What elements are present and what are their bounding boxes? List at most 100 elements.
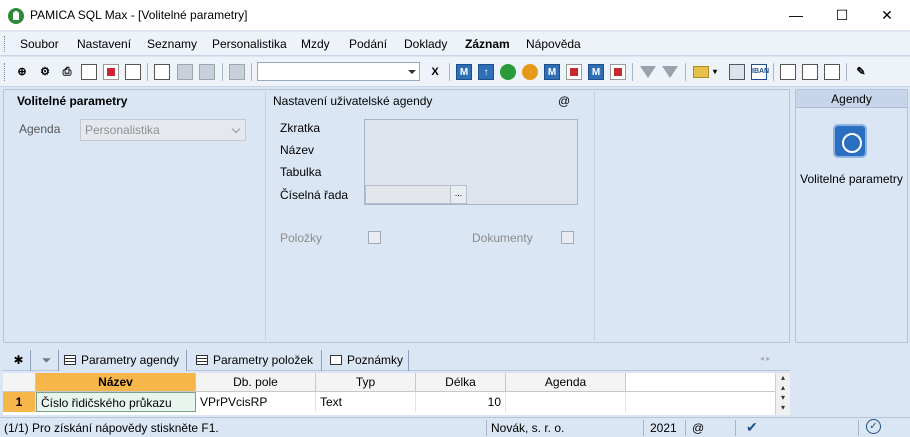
copy-icon[interactable]	[229, 64, 245, 80]
form-title: Volitelné parametry	[17, 94, 128, 108]
module-mk-icon[interactable]: M	[544, 64, 560, 80]
menu-personalistika[interactable]: Personalistika	[212, 37, 287, 51]
column-header-db-pole[interactable]: Db. pole	[196, 373, 316, 392]
filter-icon[interactable]: ⏷	[35, 350, 59, 371]
dokumenty-checkbox[interactable]	[561, 231, 574, 244]
toolbar-divider	[449, 63, 450, 81]
star-icon[interactable]: ✱	[7, 350, 31, 371]
zkratka-label: Zkratka	[280, 121, 321, 135]
panel-divider	[265, 92, 266, 340]
folder-icon[interactable]	[693, 66, 709, 78]
new-record-icon[interactable]	[154, 64, 170, 80]
status-ok-icon[interactable]: ✓	[866, 419, 881, 434]
toolbar-divider	[147, 63, 148, 81]
ciselna-rada-field[interactable]: ...	[365, 185, 467, 204]
menu-nastaveni[interactable]: Nastavení	[77, 37, 131, 51]
tab-scroll-arrows[interactable]: ◂ ▸	[760, 354, 770, 363]
menu-podani[interactable]: Podání	[349, 37, 387, 51]
module-mr2-icon[interactable]	[610, 64, 626, 80]
message-icon[interactable]	[780, 64, 796, 80]
column-header-nazev[interactable]: Název	[36, 373, 196, 392]
menu-soubor[interactable]: Soubor	[20, 37, 59, 51]
menu-doklady[interactable]: Doklady	[404, 37, 447, 51]
agenda-select[interactable]: Personalistika	[80, 119, 246, 141]
toolbar-divider	[251, 63, 252, 81]
tab-parametry-polozek[interactable]: Parametry položek	[192, 350, 322, 371]
tab-label: Parametry agendy	[81, 353, 180, 367]
agendy-item-label[interactable]: Volitelné parametry	[796, 172, 907, 187]
status-divider	[735, 420, 736, 436]
person-green-icon[interactable]	[500, 64, 516, 80]
menu-mzdy[interactable]: Mzdy	[301, 37, 330, 51]
module-m2-icon[interactable]: M	[588, 64, 604, 80]
note-icon	[330, 355, 342, 365]
print-icon[interactable]: ⎙	[59, 64, 75, 80]
push-pin-icon[interactable]: ⊕	[14, 64, 30, 80]
status-divider	[858, 420, 859, 436]
employees-icon[interactable]: ↑	[478, 64, 494, 80]
calculator-icon[interactable]	[729, 64, 745, 80]
toolbar: ⊕ ⚙ ⎙ X M ↑ M M ▾ IBAN ✎	[0, 57, 910, 87]
clear-filter-icon[interactable]: X	[427, 64, 443, 80]
maximize-button[interactable]: ☐	[819, 0, 865, 31]
menu-napoveda[interactable]: Nápověda	[526, 37, 581, 51]
agendy-header: Agendy	[796, 90, 907, 108]
menu-zaznam[interactable]: Záznam	[465, 37, 510, 51]
dokumenty-label: Dokumenty	[472, 231, 533, 245]
filter-icon[interactable]	[640, 66, 656, 78]
cell-typ[interactable]: Text	[316, 392, 416, 412]
chevron-down-icon[interactable]	[408, 70, 416, 74]
menu-grip-handle[interactable]	[4, 36, 7, 52]
row-number[interactable]: 1	[3, 392, 36, 412]
tools-icon[interactable]: ✎	[853, 64, 869, 80]
module-mr-icon[interactable]	[566, 64, 582, 80]
agenda-label: Agenda	[19, 122, 61, 136]
toolbar-divider	[685, 63, 686, 81]
column-header-delka[interactable]: Délka	[416, 373, 506, 392]
status-divider	[685, 420, 686, 436]
cell-db-pole[interactable]: VPrPVcisRP	[196, 392, 316, 412]
cell-delka[interactable]: 10	[416, 392, 506, 412]
minimize-button[interactable]: —	[773, 0, 819, 31]
user-agenda-title: Nastavení uživatelské agendy	[273, 94, 433, 108]
close-button[interactable]: ✕	[864, 0, 910, 31]
tab-label: Poznámky	[347, 353, 404, 367]
status-help-text: (1/1) Pro získání nápovědy stiskněte F1.	[4, 421, 219, 435]
settings-icon[interactable]: ⚙	[37, 64, 53, 80]
status-bar: (1/1) Pro získání nápovědy stiskněte F1.…	[0, 417, 910, 437]
tab-parametry-agendy[interactable]: Parametry agendy	[60, 350, 187, 371]
agenda-select-value: Personalistika	[85, 123, 160, 137]
save-all-icon[interactable]	[199, 64, 215, 80]
grid-vertical-scrollbar[interactable]: ▴ ▴ ▾ ▾	[775, 373, 790, 415]
window-title: PAMICA SQL Max - [Volitelné parametry]	[30, 8, 248, 22]
toolbar-grip-handle[interactable]	[4, 63, 7, 81]
status-check-icon[interactable]: ✔	[746, 419, 758, 436]
column-header-agenda[interactable]: Agenda	[506, 373, 626, 392]
chevron-down-icon	[231, 124, 241, 134]
grid-corner	[3, 373, 36, 392]
polozky-checkbox[interactable]	[368, 231, 381, 244]
iban-icon[interactable]: IBAN	[751, 64, 769, 80]
tab-label: Parametry položek	[213, 353, 314, 367]
list-icon[interactable]	[802, 64, 818, 80]
status-company: Novák, s. r. o.	[491, 421, 565, 435]
chevron-down-icon[interactable]: ▾	[711, 64, 719, 80]
print-preview-icon[interactable]	[81, 64, 97, 80]
cell-agenda[interactable]	[506, 392, 626, 412]
pdf-export-icon[interactable]	[103, 64, 119, 80]
column-header-typ[interactable]: Typ	[316, 373, 416, 392]
module-m-icon[interactable]: M	[456, 64, 472, 80]
menu-seznamy[interactable]: Seznamy	[147, 37, 197, 51]
document-list-icon[interactable]	[824, 64, 840, 80]
export-icon[interactable]	[125, 64, 141, 80]
tab-poznamky[interactable]: Poznámky	[326, 350, 409, 371]
grid-header-filler	[626, 373, 775, 392]
person-orange-icon[interactable]	[522, 64, 538, 80]
ciselna-rada-picker-button[interactable]: ...	[450, 186, 466, 203]
toolbar-combo[interactable]	[257, 62, 420, 81]
save-icon[interactable]	[177, 64, 193, 80]
cell-nazev[interactable]: Číslo řidičského průkazu	[36, 392, 196, 412]
filter-advanced-icon[interactable]	[662, 66, 678, 78]
app-logo-icon	[8, 8, 24, 24]
optional-parameters-icon[interactable]	[833, 124, 867, 158]
